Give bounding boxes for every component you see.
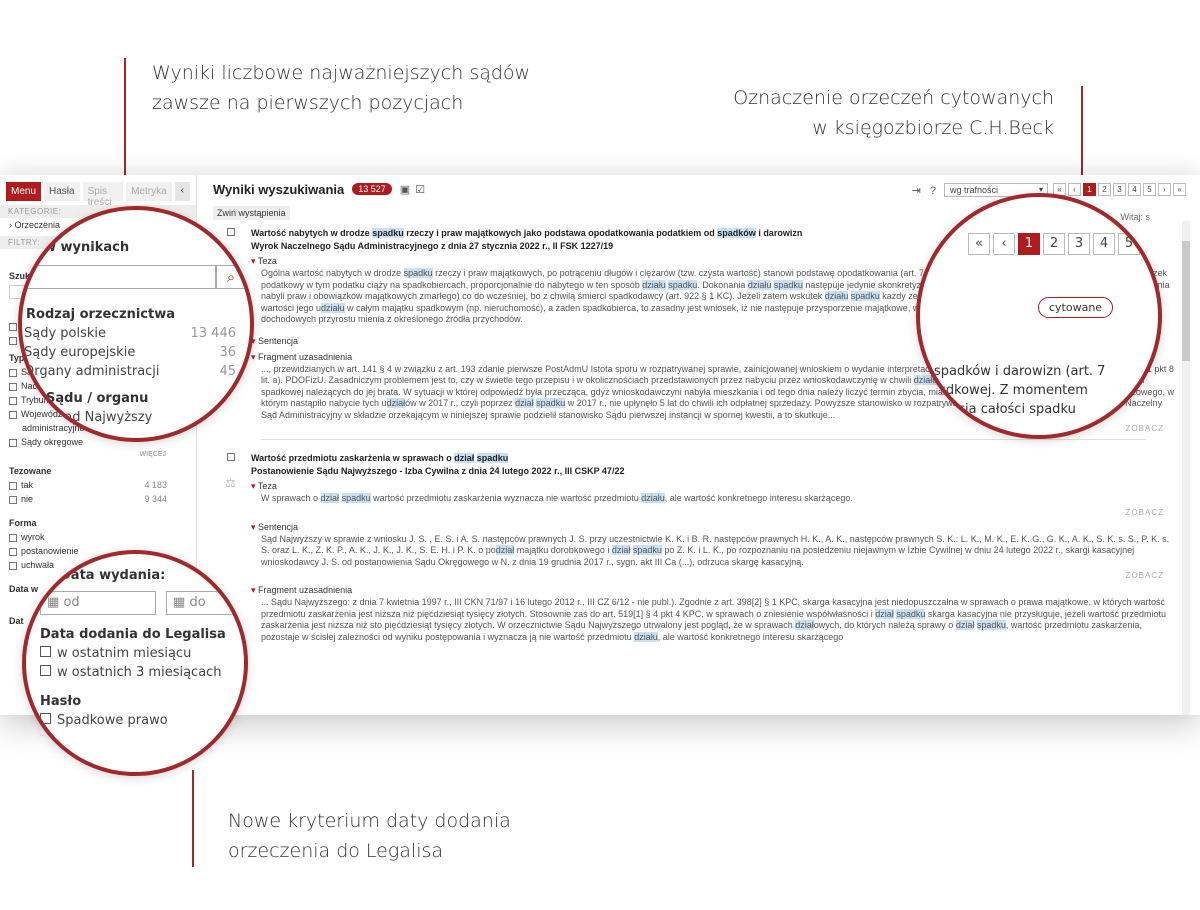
callout-text: zawsze na pierwszych pozycjach [152,92,464,114]
calendar-icon: ▦ [173,595,186,610]
next-page-button[interactable]: › [1158,183,1171,196]
scrollbar[interactable] [1182,221,1190,715]
court-type-row[interactable]: Sądy europejskie 36 [24,345,236,360]
help-icon[interactable]: ? [930,185,936,197]
page-button[interactable]: 1 [1083,183,1096,196]
page-button[interactable]: 3 [1113,183,1126,196]
fragment-text: ... Sądu Najwyższego: z dnia 7 kwietnia … [261,597,1166,642]
result-subtitle[interactable]: Postanowienie Sądu Najwyższego - Izba Cy… [251,466,1176,476]
gavel-icon: ⚖ [225,476,236,490]
chevron-left-icon[interactable]: ‹ [174,182,190,201]
page-button[interactable]: 5 [1143,183,1156,196]
fragment-toggle[interactable]: Fragment uzasadnienia [251,585,1176,596]
calendar-icon: ▦ [47,595,60,610]
tezowane-label: Tezowane [9,466,52,476]
sentencja-text: Sąd Najwyższy w sprawie z wniosku J. S. … [261,533,1170,567]
callout-bottom: Nowe kryterium daty dodania orzeczenia d… [228,806,628,866]
date-added-option[interactable]: w ostatnich 3 miesiącach [40,665,244,680]
court-type-row[interactable]: Organy administracji 45 [24,364,236,379]
rodzaj-heading: Rodzaj orzecznictwa [26,307,175,322]
magnifier-date: Data wydania: ▦ od ▦ do Data dodania do … [22,550,248,776]
pagination: « ‹ 1 2 3 4 5 › » [1053,183,1186,196]
result-checkbox[interactable] [227,453,235,461]
page-button[interactable]: 4 [1128,183,1141,196]
magnifier-heading: w wynikach [44,240,130,255]
callout-top-right: Oznaczenie orzeczeń cytowanych w księgoz… [690,83,1054,143]
more-link[interactable]: WIĘCEJ [0,449,196,460]
magnifier-search-input[interactable] [26,265,216,289]
result-checkbox[interactable] [227,228,235,236]
forma-row[interactable]: wyrok [0,530,196,544]
date-added-heading: Data dodania do Legalisa [40,627,226,642]
page-button[interactable]: 4 [1093,233,1115,255]
first-page-button[interactable]: « [968,233,990,255]
page-button[interactable]: 5 [1118,233,1140,255]
callout-text: Wyniki liczbowe najważniejszych sądów [152,62,531,84]
date-to-input[interactable]: ▦ do [166,591,244,615]
page-button[interactable]: 2 [1098,183,1111,196]
haslo-heading: Hasło [40,694,82,709]
search-icon[interactable]: ⌕ [216,265,246,289]
divider [261,439,1146,440]
tab-metryka[interactable]: Metryka [126,182,172,201]
callout-text: orzeczenia do Legalisa [228,840,444,862]
teza-toggle[interactable]: Teza [251,481,1176,492]
result-item: ⚖ Wartość przedmiotu zaskarżenia w spraw… [205,446,1176,649]
save-icon[interactable]: ▣ [400,183,410,196]
forma-label: Forma [9,518,37,528]
zobacz-link[interactable]: ZOBACZ [251,508,1176,517]
magnifier-text: spadków i darowizn (art. 7 ludkowej. Z m… [934,364,1106,417]
prev-page-button[interactable]: ‹ [1068,183,1081,196]
callout-text: Oznaczenie orzeczeń cytowanych [733,87,1054,109]
callout-top-left: Wyniki liczbowe najważniejszych sądów za… [152,58,572,118]
callout-text: Nowe kryterium daty dodania [228,810,511,832]
collapse-occurrences-button[interactable]: Zwiń wystąpienia [213,206,290,220]
page-button[interactable]: 2 [1043,233,1065,255]
page-button[interactable]: 3 [1068,233,1090,255]
magnifier-pagination: « ‹ 1 2 3 4 5 › [968,233,1158,255]
court-heading: Sądu / organu [46,391,149,406]
prev-page-button[interactable]: ‹ [993,233,1015,255]
cited-badge[interactable]: cytowane [1038,297,1114,318]
sidebar-tabs: Menu Hasła Spis treści Metryka ‹ [0,175,196,208]
date-from-input[interactable]: ▦ od [40,591,156,615]
court-type-row[interactable]: Sądy polskie 13 446 [24,326,236,341]
page-title: Wyniki wyszukiwania [213,181,345,197]
date-added-option[interactable]: w ostatnim miesiącu [40,646,244,661]
haslo-option[interactable]: Spadkowe prawo [40,713,244,728]
tezowane-row[interactable]: nie 9 344 [0,492,196,506]
check-icon[interactable]: ☑ [415,183,425,196]
sentencja-toggle[interactable]: Sentencja [251,522,1176,533]
callout-text: w księgozbiorze C.H.Beck [812,117,1054,139]
results-count-badge: 13 527 [352,183,392,195]
teza-text: W sprawach o dział spadku wartość przedm… [261,493,853,503]
date-issued-heading: Data wydania: [60,568,166,583]
tab-spis-tresci[interactable]: Spis treści [82,182,124,208]
scrollbar-thumb[interactable] [1182,241,1190,361]
magnifier-cited: « ‹ 1 2 3 4 5 › cytowane spadków i darow… [916,193,1162,439]
toolbar-icons: ⇥ ? [912,184,936,197]
callout-line-bottom [192,770,194,867]
last-page-button[interactable]: » [1173,183,1186,196]
zobacz-link[interactable]: ZOBACZ [251,571,1176,580]
tezowane-row[interactable]: tak 4 183 [0,478,196,492]
magnifier-filters: w wynikach ⌕ Rodzaj orzecznictwa Sądy po… [18,206,254,442]
page-button[interactable]: 1 [1018,233,1040,255]
export-icon[interactable]: ⇥ [912,185,921,197]
result-title[interactable]: Wartość przedmiotu zaskarżenia w sprawac… [251,453,1176,463]
tab-hasla[interactable]: Hasła [44,182,80,201]
court-row[interactable]: Sąd Najwyższy [36,410,250,425]
tab-menu[interactable]: Menu [6,182,42,201]
